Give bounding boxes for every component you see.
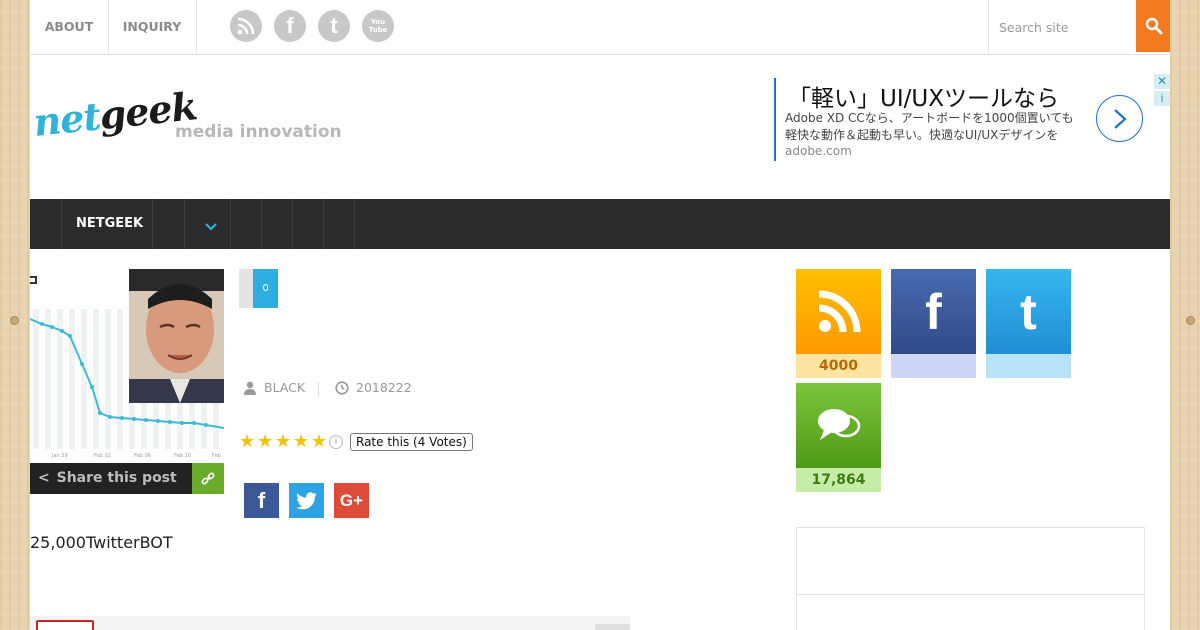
facebook-counter-tile[interactable]: f [891,269,976,354]
ad-title[interactable]: 「軽い」UI/UXツールなら [788,79,1059,113]
facebook-icon: f [257,487,266,513]
link-icon [201,471,215,485]
share-post-bar[interactable]: < Share this post [30,463,192,494]
chevron-right-icon [1113,108,1127,129]
nav-separator [184,199,185,249]
star-icon[interactable]: ★ [293,432,311,452]
twitter-icon[interactable]: t [318,10,350,42]
share-facebook-button[interactable]: f [244,483,279,518]
ad-accent-bar [774,78,776,161]
comment-count-badge[interactable]: 0 [239,269,278,308]
comments-counter-tile[interactable] [796,383,881,468]
search-input[interactable] [999,17,1129,37]
nav-separator [354,199,355,249]
nav-separator [230,199,231,249]
twitter-icon: t [1020,283,1037,340]
follower-chart-image: Jan 29 Feb 02 Feb 06 Feb 10 Feb [30,269,224,463]
logo-part-net: net [31,93,102,145]
nav-separator [292,199,293,249]
star-icon[interactable]: ★ [239,432,257,452]
comment-count: 0 [253,269,278,308]
chevron-down-icon[interactable] [205,217,217,236]
twitter-counter-tile[interactable]: t [986,269,1071,354]
youtube-text: You Tube [368,18,388,34]
article-lead-text: 25,000TwitterBOT [30,533,173,552]
comment-badge-tab [239,269,253,308]
facebook-icon: f [925,283,942,340]
site-logo[interactable]: netgeek media innovation [31,83,356,160]
frame-nail [10,316,19,325]
nav-separator [61,199,62,249]
frame-nail [1186,316,1195,325]
advertisement[interactable]: 「軽い」UI/UXツールなら Adobe XD CCなら、アートボードを1000… [774,78,1146,162]
search-icon [1145,17,1162,35]
share-icon: < [38,470,50,486]
ad-next-button[interactable] [1096,95,1143,142]
nav-item-netgeek[interactable]: NETGEEK [76,199,143,249]
rss-icon[interactable] [230,10,262,42]
ad-body: Adobe XD CCなら、アートボードを1000個置いても軽快な動作＆起動も早… [785,110,1085,160]
twitter-icon [295,491,317,509]
star-icon[interactable]: ★ [275,432,293,452]
nav-link-inquiry[interactable]: INQUIRY [108,0,197,54]
facebook-count [891,354,976,378]
ad-close-button[interactable]: ✕ [1154,74,1170,89]
star-rating[interactable]: ★ ★ ★ ★ ★ i Rate this (4 Votes) [239,432,473,454]
meta-divider [318,382,319,396]
twitter-count [986,354,1071,378]
top-bar: ABOUT INQUIRY f t You Tube [30,0,1170,55]
facebook-icon[interactable]: f [274,10,306,42]
rss-count: 4000 [796,354,881,378]
ad-info-icon[interactable]: i [1154,91,1170,106]
permalink-button[interactable] [192,463,224,494]
post-date: 2018222 [356,380,412,395]
chart-tick: Feb 06 [134,453,151,459]
ad-body-text: Adobe XD CCなら、アートボードを1000個置いても軽快な動作＆起動も早… [785,111,1074,142]
chart-tick: Feb 10 [174,453,191,459]
image-badge [36,620,94,630]
chart-tick: Feb 02 [94,453,111,459]
nav-link-about[interactable]: ABOUT [30,0,109,54]
search-button[interactable] [1136,0,1170,52]
comments-icon [817,408,860,440]
comments-count: 17,864 [796,468,881,492]
image-scroll-tab [595,624,630,630]
logo-wordmark: netgeek [31,83,198,145]
rating-label: Rate this (4 Votes) [350,433,473,451]
share-label: Share this post [56,470,177,486]
site-tagline: media innovation [175,122,342,142]
share-google-plus-button[interactable]: G+ [334,483,369,518]
page: ABOUT INQUIRY f t You Tube netgeek media… [30,0,1170,630]
star-icon[interactable]: ★ [311,432,329,452]
clock-icon [335,381,349,398]
star-icon[interactable]: ★ [257,432,275,452]
nav-separator [152,199,153,249]
article-thumbnail[interactable]: Jan 29 Feb 02 Feb 06 Feb 10 Feb [30,269,224,494]
main-nav: NETGEEK [30,199,1170,249]
nav-separator [261,199,262,249]
rss-icon [818,290,860,332]
search-box [988,0,1170,54]
article-image-preview [30,616,630,630]
user-icon [243,381,257,398]
sidebar-widget [796,527,1145,630]
ad-domain[interactable]: adobe.com [785,144,852,158]
share-twitter-button[interactable] [289,483,324,518]
rating-info-icon[interactable]: i [329,435,343,449]
nav-separator [323,199,324,249]
google-plus-icon: G+ [339,490,364,510]
post-author[interactable]: BLACK [264,380,305,395]
chart-tick: Feb [212,453,221,459]
widget-divider [797,594,1144,595]
rss-counter-tile[interactable] [796,269,881,354]
chart-tick: Jan 29 [51,453,68,459]
youtube-icon[interactable]: You Tube [362,10,394,42]
